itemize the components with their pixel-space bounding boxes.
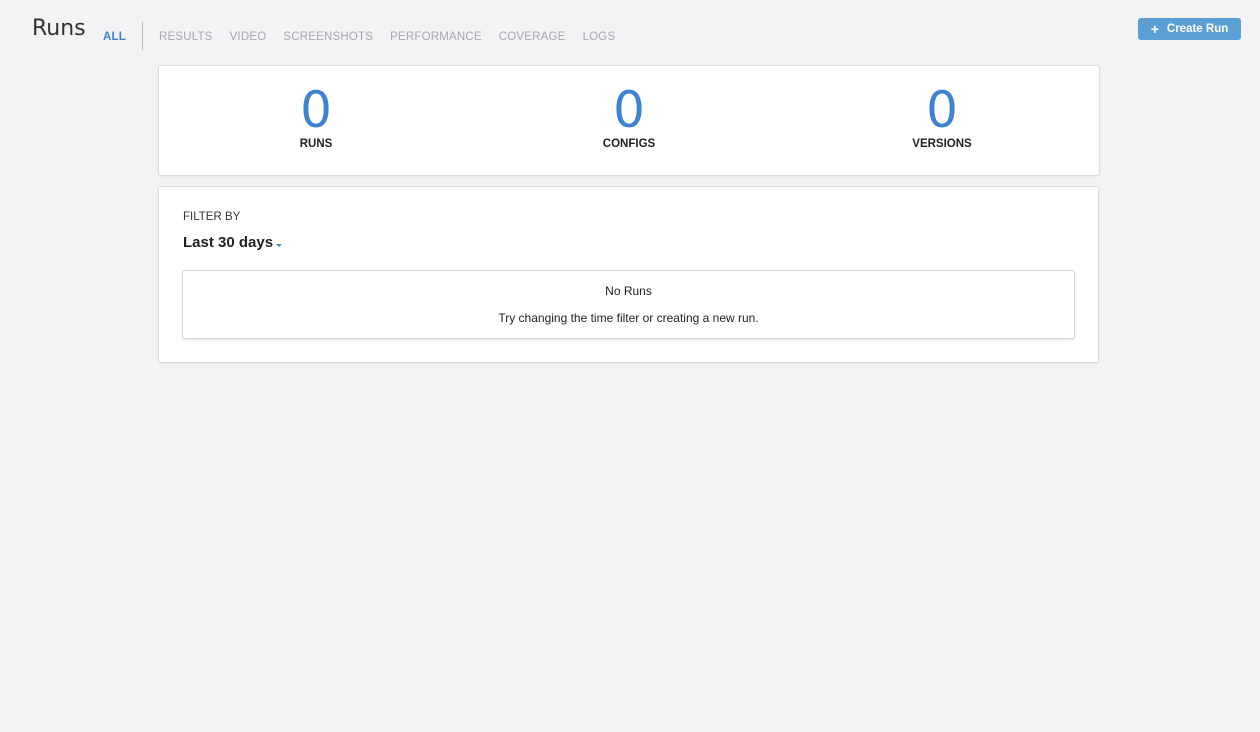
stat-runs-value: 0: [300, 81, 332, 139]
filter-label: FILTER BY: [183, 211, 241, 223]
stat-runs-label: RUNS: [299, 138, 333, 150]
time-filter-dropdown[interactable]: Last 30 days: [183, 234, 283, 251]
create-run-button[interactable]: + Create Run: [1138, 18, 1241, 40]
page-title: Runs: [32, 16, 86, 41]
tab-logs[interactable]: LOGS: [583, 31, 616, 43]
stat-runs: 0 RUNS: [216, 84, 416, 150]
empty-state-title: No Runs: [605, 284, 652, 298]
stats-card: 0 RUNS 0 CONFIGS 0 VERSIONS: [158, 65, 1100, 176]
tab-results[interactable]: RESULTS: [159, 31, 213, 43]
tab-all[interactable]: ALL: [103, 31, 126, 43]
runs-card: FILTER BY Last 30 days No Runs Try chang…: [158, 186, 1099, 363]
tab-divider: [141, 22, 143, 50]
empty-state: No Runs Try changing the time filter or …: [182, 270, 1075, 339]
stat-configs: 0 CONFIGS: [529, 84, 729, 150]
caret-down-icon: [276, 243, 283, 247]
create-run-label: Create Run: [1166, 23, 1229, 35]
tab-performance[interactable]: PERFORMANCE: [390, 31, 482, 43]
tab-bar: ALL RESULTS VIDEO SCREENSHOTS PERFORMANC…: [103, 22, 632, 50]
stat-versions-value: 0: [926, 81, 958, 139]
stat-versions: 0 VERSIONS: [842, 84, 1042, 150]
tab-coverage[interactable]: COVERAGE: [499, 31, 566, 43]
stat-configs-value: 0: [613, 81, 645, 139]
tab-video[interactable]: VIDEO: [230, 31, 267, 43]
plus-icon: +: [1150, 21, 1159, 37]
tab-screenshots[interactable]: SCREENSHOTS: [283, 31, 373, 43]
stat-versions-label: VERSIONS: [912, 138, 972, 150]
time-filter-value: Last 30 days: [183, 234, 274, 251]
stat-configs-label: CONFIGS: [602, 138, 656, 150]
empty-state-description: Try changing the time filter or creating…: [498, 311, 759, 325]
